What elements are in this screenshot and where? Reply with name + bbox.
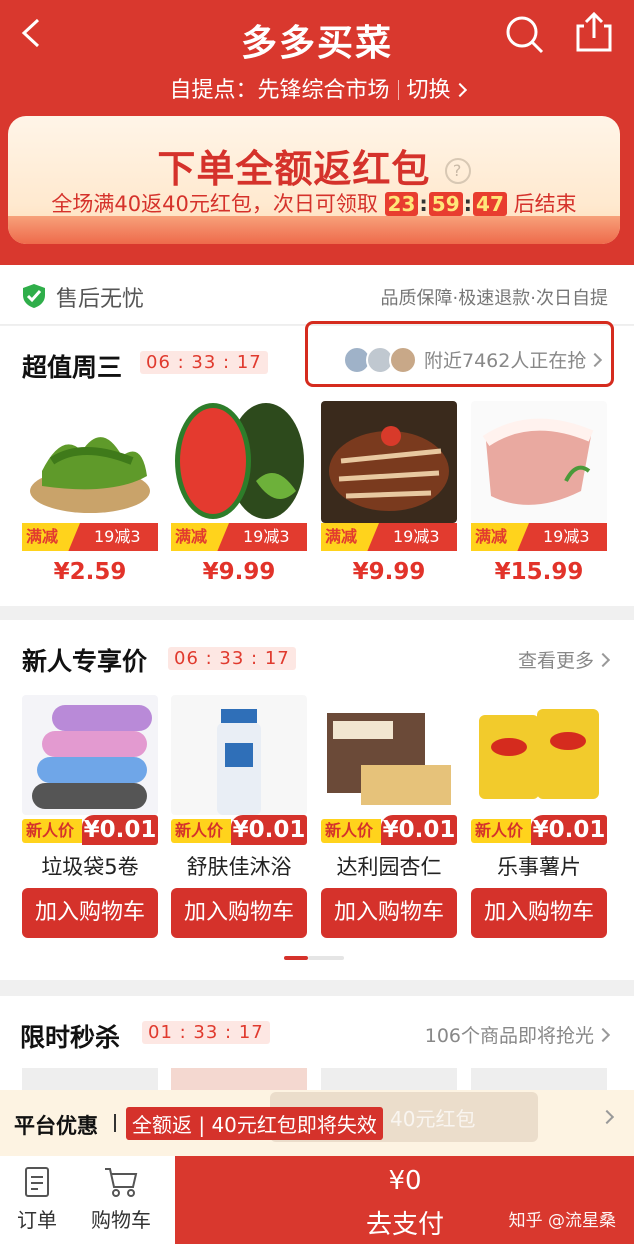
- product-image: [321, 1068, 457, 1092]
- product-image: [321, 695, 457, 815]
- banner-decoration: [8, 216, 620, 244]
- banner-subtitle: 全场满40返40元红包，次日可领取 23:59:47 后结束: [51, 192, 577, 216]
- product-price: ¥9.99: [352, 559, 426, 585]
- section-title: 新人专享价: [22, 647, 148, 676]
- product-price: ¥15.99: [494, 559, 584, 585]
- chevron-right-icon: [595, 1027, 611, 1043]
- share-icon[interactable]: [576, 12, 612, 52]
- product-price: ¥2.59: [53, 559, 127, 585]
- header: 多多买菜 自提点：先锋综合市场 切换 下单全额返红包 ? 全场满40返40元红包，…: [0, 0, 634, 265]
- section-timer: 06 : 33 : 17: [140, 351, 268, 374]
- carousel-indicator: [284, 956, 344, 960]
- product-name: 垃圾袋5卷: [41, 855, 139, 879]
- product-image: [22, 1068, 158, 1092]
- product-name: 达利园杏仁: [336, 855, 442, 879]
- tab-label: 订单: [17, 1208, 57, 1232]
- discount-tag: 满减 19减3: [22, 523, 158, 551]
- help-icon[interactable]: ?: [444, 158, 471, 184]
- countdown-seconds: 47: [473, 192, 507, 216]
- product-image: [471, 1068, 607, 1092]
- divider: [114, 1114, 116, 1132]
- switch-link[interactable]: 切换: [407, 78, 451, 103]
- add-to-cart-button[interactable]: 加入购物车: [171, 888, 307, 938]
- promo-banner[interactable]: 下单全额返红包 ? 全场满40返40元红包，次日可领取 23:59:47 后结束: [8, 116, 620, 244]
- chevron-right-icon: [599, 1109, 615, 1125]
- countdown-minutes: 59: [428, 192, 463, 216]
- guarantee-label: 售后无忧: [56, 287, 145, 312]
- view-more-link[interactable]: 106个商品即将抢光: [425, 1021, 611, 1048]
- add-to-cart-button[interactable]: 加入购物车: [321, 888, 457, 938]
- section-timer: 01 : 33 : 17: [142, 1021, 270, 1044]
- newcomer-tag: 新人价 ¥0.01: [22, 815, 158, 845]
- product-image: [471, 401, 607, 523]
- banner-headline: 下单全额返红包 ?: [8, 138, 620, 193]
- countdown-hours: 23: [384, 192, 419, 216]
- product-name: 舒肤佳沐浴: [186, 855, 292, 879]
- product-image: [471, 695, 607, 815]
- add-to-cart-button[interactable]: 加入购物车: [22, 888, 158, 938]
- product-image: [22, 401, 158, 523]
- newcomer-section: 新人专享价 06 : 33 : 17 查看更多 新人价 ¥0.01 垃圾袋5卷 加…: [0, 620, 634, 980]
- search-icon[interactable]: [504, 14, 544, 54]
- product-name: 乐事薯片: [497, 855, 581, 879]
- product-image: [171, 695, 307, 815]
- guarantee-bar[interactable]: 售后无忧 品质保障·极速退款·次日自提: [0, 265, 634, 325]
- chevron-right-icon: [588, 352, 603, 368]
- shield-check-icon: [23, 284, 45, 308]
- product-price: ¥9.99: [202, 559, 276, 585]
- divider: [397, 80, 399, 100]
- discount-tag: 满减 19减3: [321, 523, 457, 551]
- platform-tag: 全额返 | 40元红包即将失效: [126, 1107, 383, 1140]
- watermark: 知乎 @流星桑: [508, 1211, 616, 1231]
- product-image: [22, 695, 158, 815]
- order-list-icon: [25, 1167, 49, 1197]
- tab-cart[interactable]: 购物车: [86, 1166, 156, 1233]
- nearby-buyers[interactable]: 附近7462人正在抢: [424, 346, 603, 373]
- pickup-point[interactable]: 自提点：先锋综合市场 切换: [0, 72, 634, 104]
- tab-label: 购物车: [91, 1208, 151, 1232]
- total-amount: ¥0: [388, 1166, 422, 1196]
- avatar: [389, 346, 417, 374]
- add-to-cart-button[interactable]: 加入购物车: [471, 888, 607, 938]
- cart-icon: [105, 1168, 138, 1197]
- section-title: 限时秒杀: [20, 1023, 121, 1052]
- discount-tag: 满减 19减3: [171, 523, 307, 551]
- platform-label: 平台优惠: [14, 1114, 98, 1138]
- product-image: [171, 401, 307, 523]
- product-image: [321, 401, 457, 523]
- guarantee-features: 品质保障·极速退款·次日自提: [380, 288, 608, 309]
- newcomer-tag: 新人价 ¥0.01: [171, 815, 307, 845]
- product-image: [171, 1068, 307, 1092]
- platform-discount-bar[interactable]: 40元红包 平台优惠 全额返 | 40元红包即将失效: [0, 1090, 634, 1156]
- view-more-link[interactable]: 查看更多: [518, 646, 611, 673]
- discount-tag: 满减 19减3: [471, 523, 607, 551]
- chevron-right-icon: [452, 82, 467, 98]
- chevron-right-icon: [595, 652, 611, 668]
- section-timer: 06 : 33 : 17: [168, 647, 296, 670]
- newcomer-tag: 新人价 ¥0.01: [321, 815, 457, 845]
- tab-orders[interactable]: 订单: [2, 1166, 72, 1233]
- newcomer-tag: 新人价 ¥0.01: [471, 815, 607, 845]
- pickup-label: 自提点：先锋综合市场: [169, 78, 390, 103]
- section-title: 超值周三: [22, 353, 123, 382]
